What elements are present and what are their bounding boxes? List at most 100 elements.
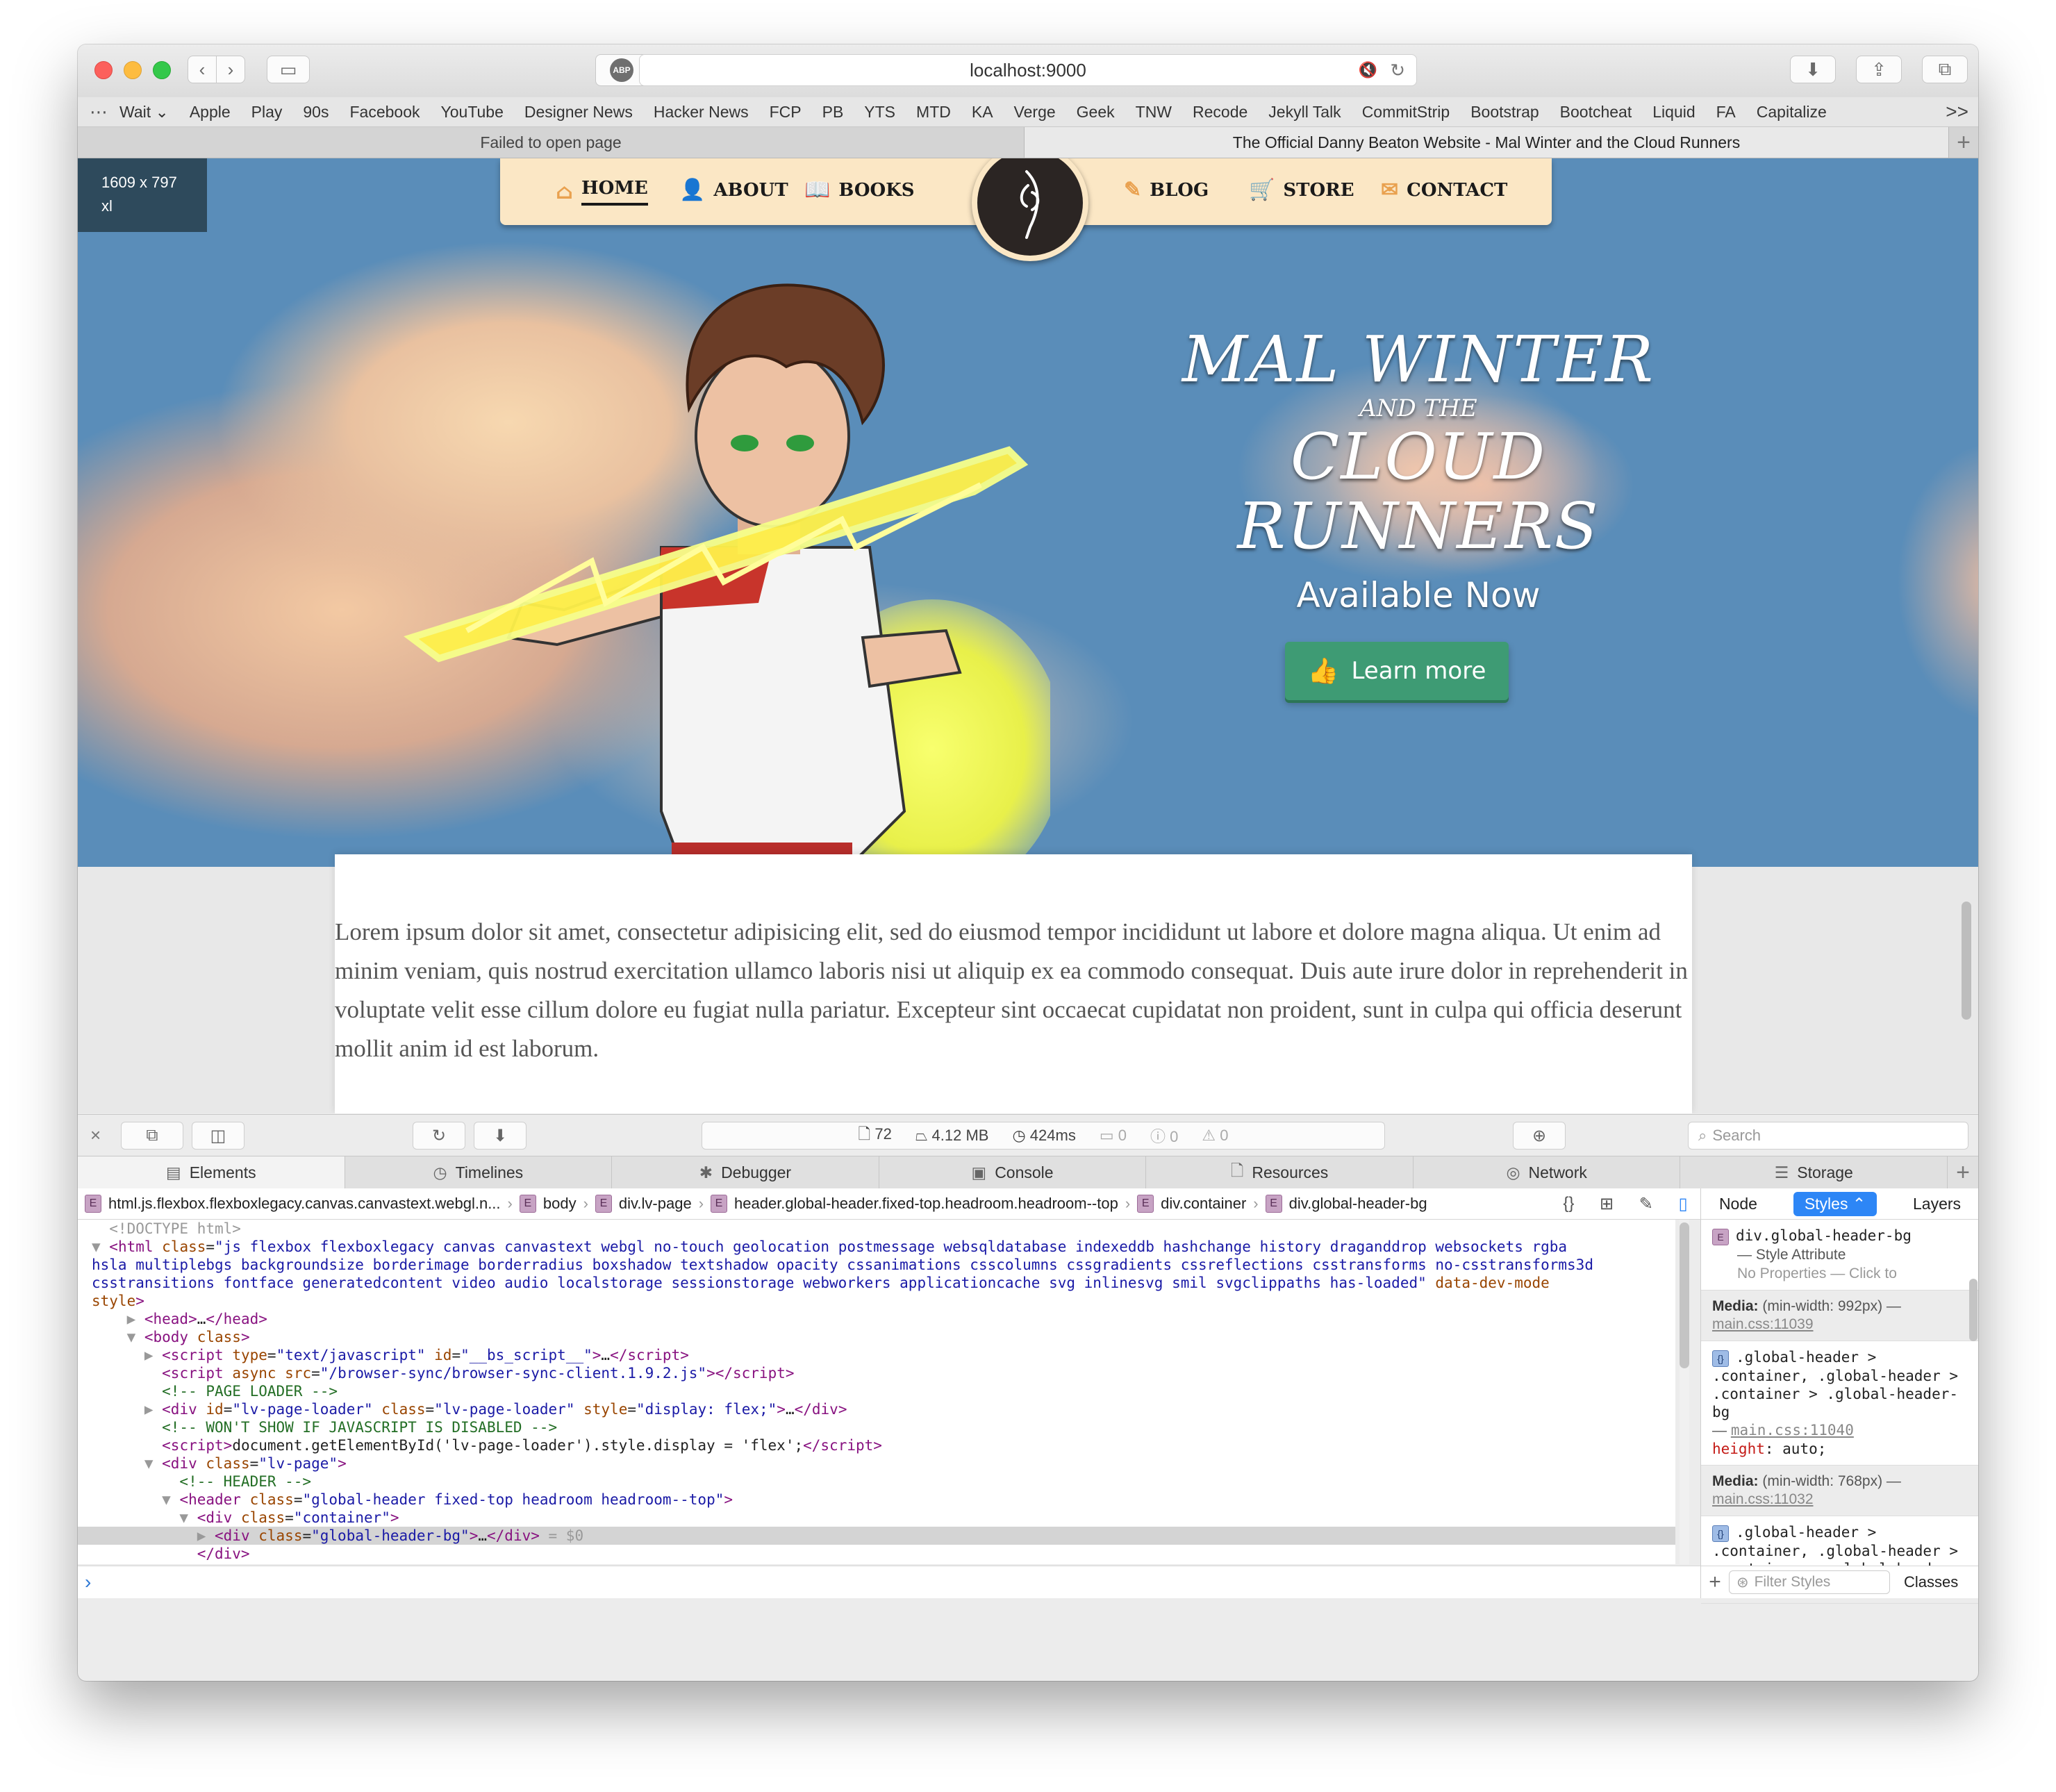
dom-line[interactable]: ▼ <div class="lv-page"> — [78, 1454, 1675, 1472]
zoom-window-button[interactable] — [153, 61, 171, 79]
bookmark-item[interactable]: Geek — [1077, 103, 1115, 122]
bookmark-item[interactable]: FA — [1716, 103, 1736, 122]
media-source-link[interactable]: main.css:11032 — [1712, 1491, 1814, 1507]
nav-contact[interactable]: ✉ CONTACT — [1381, 178, 1507, 202]
sidebar-toggle-button[interactable]: ▭ — [267, 56, 310, 83]
css-value[interactable]: auto; — [1782, 1441, 1826, 1457]
classes-toggle[interactable]: Classes — [1904, 1573, 1958, 1591]
sidebar-toggle-icon[interactable]: ▯ — [1678, 1194, 1687, 1214]
bookmark-item[interactable]: 90s — [303, 103, 329, 122]
dom-line[interactable]: ▶ <script type="text/javascript" id="__b… — [78, 1346, 1675, 1364]
bookmark-item[interactable]: PB — [822, 103, 844, 122]
breadcrumb-item[interactable]: Ebody › — [519, 1195, 588, 1213]
dom-line[interactable]: </header> — [78, 1563, 1675, 1564]
bookmark-item[interactable]: TNW — [1136, 103, 1172, 122]
back-button[interactable]: ‹ — [188, 56, 217, 83]
dom-line[interactable]: hsla multiplebgs backgroundsize borderim… — [78, 1256, 1675, 1274]
nav-about[interactable]: 👤 ABOUT — [679, 178, 788, 202]
downloads-button[interactable]: ⬇ — [1790, 56, 1836, 83]
dom-line-selected[interactable]: ▶ <div class="global-header-bg">…</div> … — [78, 1527, 1675, 1545]
dom-line[interactable]: <!-- HEADER --> — [78, 1472, 1675, 1491]
tab-resources[interactable]: 🗋 Resources — [1146, 1156, 1414, 1188]
sidebar-tab-styles[interactable]: Styles ⌃ — [1793, 1191, 1877, 1216]
tab-danny-beaton[interactable]: The Official Danny Beaton Website - Mal … — [1025, 127, 1949, 158]
new-tab-button[interactable]: + — [1949, 127, 1978, 158]
detach-devtools-button[interactable]: ⧉ — [121, 1122, 183, 1150]
reload-page-button[interactable]: ↻ — [413, 1122, 465, 1150]
page-scrollbar[interactable] — [1962, 902, 1971, 1020]
devtools-search[interactable]: ⌕ Search — [1688, 1122, 1968, 1150]
dom-line[interactable]: <!-- PAGE LOADER --> — [78, 1382, 1675, 1400]
sidebar-tab-layers[interactable]: Layers — [1913, 1195, 1961, 1213]
paint-brush-icon[interactable]: ✎ — [1639, 1194, 1653, 1214]
dom-line[interactable]: ▼ <body class> — [78, 1328, 1675, 1346]
load-time[interactable]: ◷ 424ms — [1012, 1127, 1075, 1145]
dom-line[interactable]: style> — [78, 1292, 1675, 1310]
resources-count[interactable]: 🗋 72 — [859, 1122, 892, 1149]
dom-scrollbar[interactable] — [1680, 1220, 1689, 1564]
media-source-link[interactable]: main.css:11039 — [1712, 1316, 1814, 1332]
grid-icon[interactable]: ⋯ — [78, 101, 119, 123]
bookmark-item[interactable]: FCP — [770, 103, 802, 122]
error-count[interactable]: ⓘ 0 — [1150, 1125, 1178, 1147]
mute-icon[interactable]: 🔇 — [1359, 61, 1377, 79]
learn-more-button[interactable]: 👍 Learn more — [1285, 642, 1509, 700]
dom-line[interactable]: </div> — [78, 1545, 1675, 1563]
breadcrumb-item[interactable]: Ehtml.js.flexbox.flexboxlegacy.canvas.ca… — [85, 1195, 513, 1213]
bookmark-item[interactable]: KA — [972, 103, 993, 122]
forward-button[interactable]: › — [216, 56, 245, 83]
bookmark-item[interactable]: Apple — [190, 103, 231, 122]
style-attribute-rule[interactable]: Ediv.global-header-bg — Style Attribute … — [1701, 1220, 1978, 1291]
bookmark-item[interactable]: Play — [251, 103, 283, 122]
tab-network[interactable]: ◎ Network — [1414, 1156, 1681, 1188]
tab-failed[interactable]: Failed to open page — [78, 127, 1025, 158]
tabs-overview-button[interactable]: ⧉ — [1922, 56, 1968, 83]
css-property[interactable]: height — [1712, 1441, 1765, 1457]
breadcrumb-item[interactable]: Ediv.container › — [1137, 1195, 1259, 1213]
nav-blog[interactable]: ✎ BLOG — [1124, 178, 1209, 202]
format-code-icon[interactable]: {} — [1563, 1194, 1574, 1213]
dom-line[interactable]: <!DOCTYPE html> — [78, 1220, 1675, 1238]
breadcrumb-item[interactable]: Eheader.global-header.fixed-top.headroom… — [711, 1195, 1130, 1213]
css-rule-1[interactable]: {} .global-header > .container, .global-h… — [1701, 1341, 1978, 1466]
dom-line[interactable]: ▼ <div class="container"> — [78, 1509, 1675, 1527]
filter-styles-input[interactable]: ⊛ Filter Styles — [1729, 1570, 1890, 1594]
bookmark-item[interactable]: Jekyll Talk — [1268, 103, 1341, 122]
minimize-window-button[interactable] — [124, 61, 142, 79]
breadcrumb-item[interactable]: Ediv.global-header-bg — [1265, 1195, 1427, 1213]
inspect-element-button[interactable]: ⊕ — [1513, 1122, 1566, 1150]
grid-overlay-icon[interactable]: ⊞ — [1600, 1194, 1614, 1214]
dom-line[interactable]: csstransitions fontface generatedcontent… — [78, 1274, 1675, 1292]
tab-timelines[interactable]: ◷ Timelines — [345, 1156, 613, 1188]
bookmarks-more-button[interactable]: >> — [1946, 101, 1968, 123]
dom-line[interactable]: <script>document.getElementById('lv-page… — [78, 1436, 1675, 1454]
share-button[interactable]: ⇪ — [1856, 56, 1902, 83]
log-count[interactable]: ▭ 0 — [1100, 1127, 1127, 1145]
bookmark-item[interactable]: Hacker News — [654, 103, 749, 122]
close-devtools-button[interactable]: × — [90, 1125, 101, 1146]
tab-elements[interactable]: ▤ Elements — [78, 1156, 345, 1188]
console-prompt[interactable]: › — [78, 1566, 1707, 1598]
nav-home[interactable]: ⌂ HOME — [556, 178, 648, 206]
sidebar-scrollbar[interactable] — [1969, 1279, 1978, 1341]
breadcrumb-item[interactable]: Ediv.lv-page › — [595, 1195, 704, 1213]
add-tab-button[interactable]: + — [1948, 1156, 1978, 1188]
bookmark-item[interactable]: Bootcheat — [1560, 103, 1632, 122]
nav-books[interactable]: 📖 BOOKS — [804, 178, 915, 202]
bookmark-item[interactable]: MTD — [916, 103, 951, 122]
dom-line[interactable]: ▶ <head>…</head> — [78, 1310, 1675, 1328]
dom-line[interactable]: ▼ <header class="global-header fixed-top… — [78, 1491, 1675, 1509]
rule-source-link[interactable]: main.css:11040 — [1731, 1422, 1854, 1438]
bookmark-item[interactable]: Designer News — [524, 103, 633, 122]
bookmark-item[interactable]: Capitalize — [1757, 103, 1827, 122]
resources-size[interactable]: ⏢ 4.12 MB — [915, 1127, 989, 1145]
bookmark-item[interactable]: Recode — [1193, 103, 1247, 122]
dom-tree[interactable]: <!DOCTYPE html> ▼ <html class="js flexbo… — [78, 1220, 1675, 1564]
bookmark-item[interactable]: YouTube — [441, 103, 504, 122]
add-rule-button[interactable]: + — [1701, 1570, 1729, 1594]
bookmark-item[interactable]: Verge — [1014, 103, 1056, 122]
dock-devtools-button[interactable]: ◫ — [192, 1122, 244, 1150]
tab-debugger[interactable]: ✱ Debugger — [612, 1156, 879, 1188]
dom-line[interactable]: ▼ <html class="js flexbox flexboxlegacy … — [78, 1238, 1675, 1256]
bookmark-item[interactable]: Facebook — [349, 103, 420, 122]
